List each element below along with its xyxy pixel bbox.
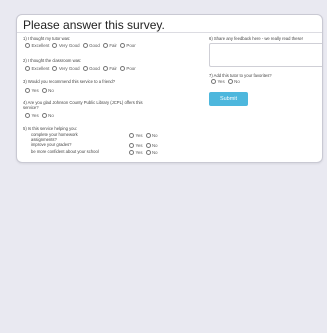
q5-row-grades-label: improve your grades? [31,142,72,147]
q4-label-line2: service? [23,105,39,110]
radio-icon[interactable] [82,43,88,48]
q2-options: Excellent Very Good Good Fair Poor [25,66,136,71]
q1-label: 1) I thought my tutor was: [23,36,71,41]
q2-label: 2) I thought the classroom was: [23,58,82,63]
feedback-textarea[interactable] [209,43,322,67]
q1-option-good[interactable]: Good [82,43,100,48]
q6-label: 6) Share any feedback here - we really r… [209,36,304,41]
q4-option-no[interactable]: No [41,113,54,118]
q5-row-grades-options: Yes No [129,143,158,148]
radio-icon[interactable] [119,43,125,48]
q7-option-no[interactable]: No [227,79,240,84]
q5-homework-yes[interactable]: Yes [129,133,143,138]
q1-option-fair[interactable]: Fair [102,43,117,48]
q4-options: Yes No [25,113,54,118]
radio-icon[interactable] [25,66,30,71]
radio-icon[interactable] [129,143,134,148]
q2-option-very-good[interactable]: Very Good [52,66,80,71]
q5-row-homework-options: Yes No [129,133,158,138]
q1-option-very-good[interactable]: Very Good [52,43,80,48]
radio-icon[interactable] [82,66,88,71]
survey-card: Please answer this survey. 1) I thought … [16,14,323,163]
radio-icon[interactable] [41,113,47,118]
radio-icon[interactable] [227,79,233,84]
q2-option-poor[interactable]: Poor [119,66,136,71]
survey-title: Please answer this survey. [23,18,165,32]
q7-options: Yes No [211,79,240,84]
q1-option-excellent[interactable]: Excellent [25,43,49,48]
q1-option-poor[interactable]: Poor [119,43,136,48]
radio-icon[interactable] [52,43,58,48]
q5-label: 5) Is this service helping you: [23,126,77,131]
q4-option-yes[interactable]: Yes [25,113,39,118]
q5-row-confidence-options: Yes No [129,150,158,155]
title-divider [17,32,322,33]
q4-label: 4) Are you glad Johnson County Public Li… [23,100,143,110]
q5-homework-no[interactable]: No [145,133,158,138]
q2-option-excellent[interactable]: Excellent [25,66,49,71]
q2-option-good[interactable]: Good [82,66,100,71]
radio-icon[interactable] [41,88,47,93]
q7-label: 7) Add this tutor to your favorites? [209,73,272,78]
radio-icon[interactable] [129,150,134,155]
radio-icon[interactable] [25,88,30,93]
radio-icon[interactable] [102,43,108,48]
radio-icon[interactable] [145,133,151,138]
submit-button[interactable]: Submit [209,92,248,106]
radio-icon[interactable] [119,66,125,71]
radio-icon[interactable] [211,79,216,84]
q5-confidence-yes[interactable]: Yes [129,150,143,155]
q5-row-homework-label: complete your homework assignments? [31,132,78,142]
q5-confidence-no[interactable]: No [145,150,158,155]
radio-icon[interactable] [52,66,58,71]
radio-icon[interactable] [25,43,30,48]
radio-icon[interactable] [25,113,30,118]
q3-options: Yes No [25,88,54,93]
q3-option-yes[interactable]: Yes [25,88,39,93]
q5-grades-yes[interactable]: Yes [129,143,143,148]
radio-icon[interactable] [145,143,151,148]
q3-label: 3) Would you recommend this service to a… [23,79,116,84]
q1-options: Excellent Very Good Good Fair Poor [25,43,136,48]
radio-icon[interactable] [102,66,108,71]
q4-label-line1: 4) Are you glad Johnson County Public Li… [23,100,143,105]
q5-grades-no[interactable]: No [145,143,158,148]
radio-icon[interactable] [129,133,134,138]
q7-option-yes[interactable]: Yes [211,79,225,84]
q2-option-fair[interactable]: Fair [102,66,117,71]
q3-option-no[interactable]: No [41,88,54,93]
q5-row-confidence-label: be more confident about your school [31,149,99,154]
radio-icon[interactable] [145,150,151,155]
